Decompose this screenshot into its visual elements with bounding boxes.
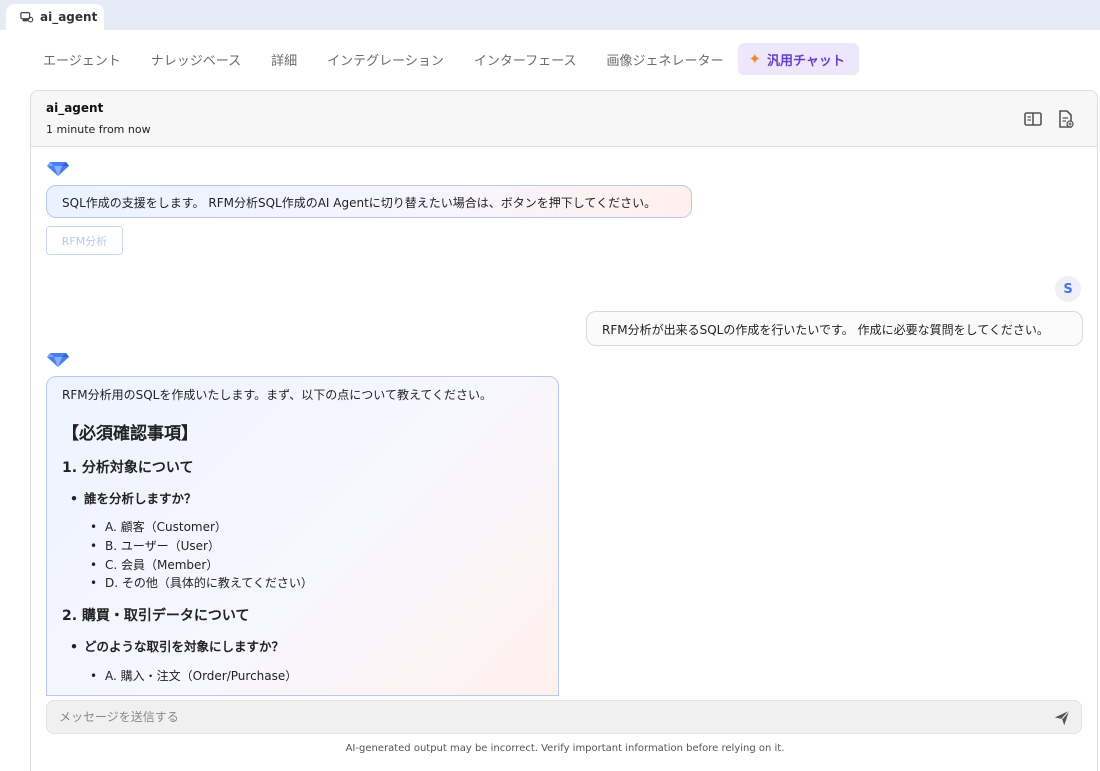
- top-nav: エージェント ナレッジベース 詳細 インテグレーション インターフェース 画像ジ…: [28, 43, 859, 75]
- tab-integration[interactable]: インテグレーション: [312, 43, 459, 75]
- chat-subtitle: 1 minute from now: [46, 123, 151, 136]
- tab-details[interactable]: 詳細: [256, 43, 312, 75]
- question-item: 誰を分析しますか？: [70, 488, 197, 507]
- tab-general-chat[interactable]: ✦ 汎用チャット: [738, 43, 859, 75]
- option-item: A. 購入・注文（Order/Purchase）: [90, 667, 297, 684]
- chat-panel: ai_agent 1 minute from now SQL作成の支援をします。…: [30, 90, 1098, 771]
- user-avatar: S: [1055, 276, 1081, 302]
- window-tab[interactable]: ai_agent: [6, 4, 104, 30]
- send-icon[interactable]: [1053, 709, 1071, 727]
- option-item: A. 顧客（Customer）: [90, 518, 227, 535]
- option-item: D. その他（具体的に教えてください）: [90, 574, 313, 591]
- section-heading: 1. 分析対象について: [62, 460, 194, 476]
- message-input[interactable]: [59, 701, 1019, 733]
- ai-disclaimer: AI-generated output may be incorrect. Ve…: [345, 743, 785, 754]
- user-message-bubble: RFM分析が出来るSQLの作成を行いたいです。 作成に必要な質問をしてください。: [586, 311, 1083, 346]
- ai-message-text: SQL作成の支援をします。 RFM分析SQL作成のAI Agentに切り替えたい…: [62, 196, 657, 210]
- tab-image-generator[interactable]: 画像ジェネレーター: [591, 43, 738, 75]
- tab-general-chat-label: 汎用チャット: [767, 53, 845, 69]
- required-items-heading: 【必須確認事項】: [62, 424, 198, 444]
- tab-interface[interactable]: インターフェース: [459, 43, 592, 75]
- ai-message-bubble: RFM分析用のSQLを作成いたします。まず、以下の点について教えてください。 【…: [46, 376, 559, 696]
- panel-toggle-icon[interactable]: [1022, 108, 1044, 130]
- tab-agent[interactable]: エージェント: [28, 43, 136, 75]
- tab-knowledge-base[interactable]: ナレッジベース: [136, 43, 256, 75]
- page: エージェント ナレッジベース 詳細 インテグレーション インターフェース 画像ジ…: [0, 30, 1100, 771]
- gem-icon: [47, 353, 69, 367]
- option-item: B. ユーザー（User）: [90, 537, 220, 554]
- browser-tab-bar: ai_agent: [0, 0, 1100, 30]
- user-message-text: RFM分析が出来るSQLの作成を行いたいです。 作成に必要な質問をしてください。: [602, 323, 1049, 337]
- question-item: どのような取引を対象にしますか？: [70, 636, 284, 655]
- section-heading: 2. 購買・取引データについて: [62, 608, 250, 624]
- ai-message-intro: RFM分析用のSQLを作成いたします。まず、以下の点について教えてください。: [62, 388, 492, 402]
- ai-message-bubble: SQL作成の支援をします。 RFM分析SQL作成のAI Agentに切り替えたい…: [46, 185, 692, 218]
- sparkle-icon: ✦: [748, 50, 762, 68]
- option-item: C. 会員（Member）: [90, 556, 218, 573]
- chat-header: ai_agent 1 minute from now: [31, 91, 1097, 147]
- gem-icon: [47, 162, 69, 176]
- chat-title: ai_agent: [46, 101, 104, 115]
- document-add-icon[interactable]: [1054, 108, 1076, 130]
- agent-icon: [20, 12, 34, 23]
- rfm-analysis-button[interactable]: RFM分析: [46, 226, 123, 255]
- window-tab-title: ai_agent: [40, 10, 98, 24]
- message-composer: [46, 700, 1082, 734]
